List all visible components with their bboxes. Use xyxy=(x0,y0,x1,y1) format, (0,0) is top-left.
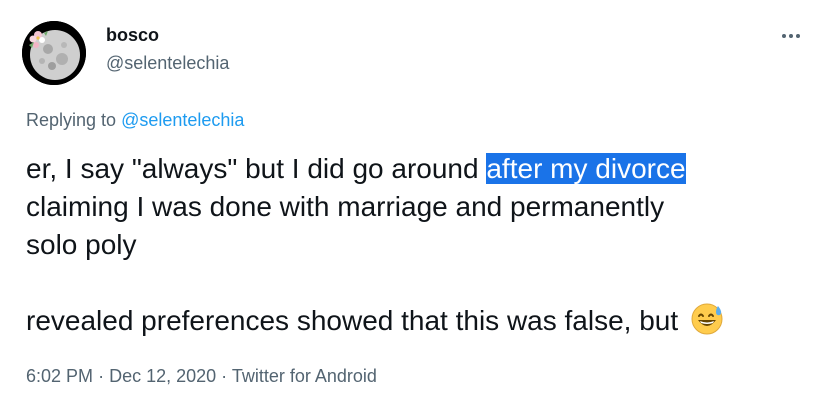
avatar[interactable] xyxy=(22,21,86,85)
replying-to-label: Replying to xyxy=(26,110,117,130)
separator: · xyxy=(98,366,105,386)
tweet-text-before: er, I say "always" but I did go around xyxy=(26,153,487,184)
more-options-button[interactable] xyxy=(779,24,803,48)
selected-text: after my divorce xyxy=(486,153,686,184)
moon-with-flowers-avatar xyxy=(22,21,86,85)
tweet-card: bosco @selentelechia Replying to @selent… xyxy=(0,0,829,403)
more-dots-icon xyxy=(782,34,800,38)
replying-to: Replying to @selentelechia xyxy=(26,110,244,131)
tweet-metadata: 6:02 PM · Dec 12, 2020 · Twitter for And… xyxy=(26,366,377,387)
tweet-date[interactable]: Dec 12, 2020 xyxy=(109,366,216,386)
display-name[interactable]: bosco xyxy=(106,25,159,46)
grinning-face-with-sweat-icon xyxy=(690,302,724,346)
tweet-source: Twitter for Android xyxy=(231,366,377,386)
reply-mention-link[interactable]: @selentelechia xyxy=(121,110,244,130)
tweet-text-after: claiming I was done with marriage and pe… xyxy=(26,191,679,336)
tweet-text: er, I say "always" but I did go around a… xyxy=(26,150,816,346)
separator: · xyxy=(221,366,228,386)
user-handle[interactable]: @selentelechia xyxy=(106,53,229,74)
tweet-time[interactable]: 6:02 PM xyxy=(26,366,93,386)
